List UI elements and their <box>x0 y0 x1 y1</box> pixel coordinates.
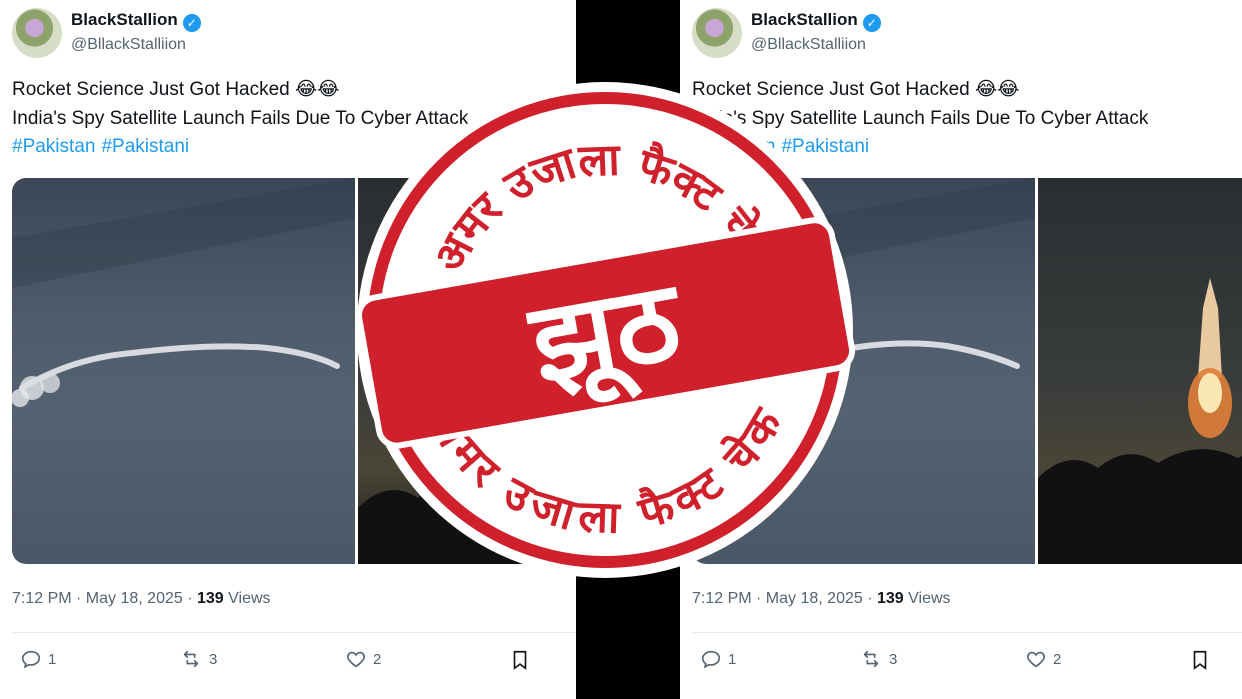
hashtag-link[interactable]: #Pakistani <box>101 136 189 157</box>
action-bar: 1 3 2 <box>692 648 1212 678</box>
verified-badge-icon: ✓ <box>182 14 201 32</box>
like-icon <box>1027 651 1045 668</box>
like-button[interactable]: 2 <box>345 648 381 670</box>
like-count: 2 <box>1053 650 1062 668</box>
repost-count: 3 <box>889 650 898 668</box>
media-image-rocket-launch[interactable] <box>1038 178 1242 564</box>
tweet-meta: 7:12 PM · May 18, 2025 · 139 Views <box>692 590 951 607</box>
handle[interactable]: @BllackStalliion <box>71 36 186 54</box>
avatar[interactable] <box>12 8 62 58</box>
reply-count: 1 <box>728 650 737 668</box>
display-name[interactable]: BlackStallion ✓ <box>71 10 201 32</box>
reply-count: 1 <box>48 650 57 668</box>
reply-button[interactable]: 1 <box>20 648 56 670</box>
bookmark-icon <box>513 650 527 670</box>
reply-icon <box>21 650 41 669</box>
repost-icon <box>183 650 199 668</box>
avatar[interactable] <box>692 8 742 58</box>
bookmark-icon <box>1193 650 1207 670</box>
media-image-smoke-trail[interactable] <box>12 178 355 564</box>
handle[interactable]: @BllackStalliion <box>751 36 866 54</box>
reply-button[interactable]: 1 <box>700 648 736 670</box>
bookmark-button[interactable] <box>509 648 531 672</box>
like-icon <box>347 651 365 668</box>
action-bar: 1 3 2 <box>12 648 532 678</box>
repost-button[interactable]: 3 <box>859 648 897 670</box>
repost-button[interactable]: 3 <box>179 648 217 670</box>
repost-icon <box>863 650 879 668</box>
display-name[interactable]: BlackStallion ✓ <box>751 10 881 32</box>
bookmark-button[interactable] <box>1189 648 1211 672</box>
tweet-text-line1: Rocket Science Just Got Hacked 😂😂 <box>12 79 340 100</box>
tweet-meta: 7:12 PM · May 18, 2025 · 139 Views <box>12 590 271 607</box>
divider <box>12 632 576 633</box>
reply-icon <box>701 650 721 669</box>
repost-count: 3 <box>209 650 218 668</box>
hashtag-link[interactable]: #Pakistan <box>12 136 95 157</box>
verified-badge-icon: ✓ <box>862 14 881 32</box>
hashtags: #Pakistan #Pakistani <box>12 136 195 158</box>
like-button[interactable]: 2 <box>1025 648 1061 670</box>
like-count: 2 <box>373 650 382 668</box>
fact-check-stamp: अमर उजाला फैक्ट चेक अमर उजाला फैक्ट चेक … <box>355 82 855 578</box>
divider <box>692 632 1242 633</box>
